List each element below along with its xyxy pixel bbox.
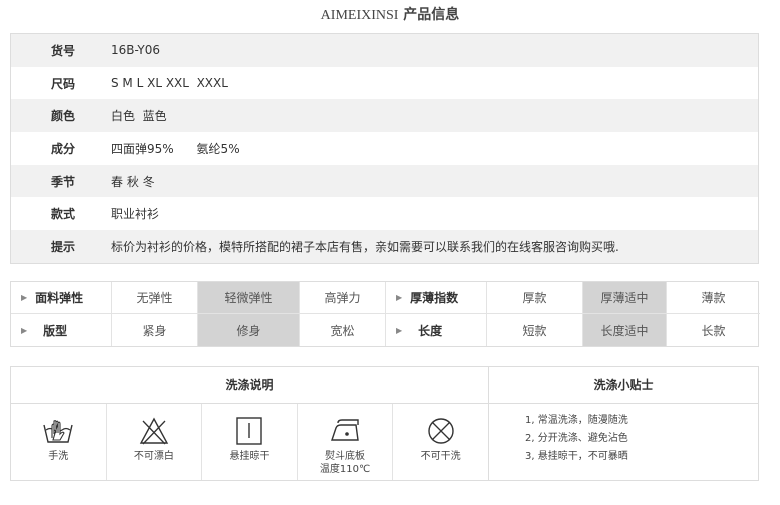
option-cell: 厚款 [487,282,583,314]
fabric-properties-table: ▶ 面料弹性 无弹性 轻微弹性 高弹力 ▶ 厚薄指数 厚款 厚薄适中 薄款 ▶ … [10,281,760,347]
option-cell: 高弹力 [300,282,386,314]
info-key: 提示 [51,239,76,254]
info-key: 尺码 [51,76,76,91]
washing-instructions-title: 洗涤说明 [11,367,489,404]
info-value: 16B-Y06 [111,43,161,58]
option-cell-selected: 厚薄适中 [583,282,667,314]
care-caption: 熨斗底板 温度110℃ [319,451,371,475]
tip-item: 1, 常温洗涤，随漫随洗 [525,415,628,426]
info-key: 货号 [51,43,76,58]
info-value: 春 秋 冬 [111,174,155,189]
care-item: 不可漂白 [107,404,203,480]
info-row-color: 颜色 白色 蓝色 [11,99,758,133]
triangle-right-icon: ▶ [396,325,403,335]
info-value: 标价为衬衫的价格，模特所搭配的裙子本店有售，亲如需要可以联系我们的在线客服咨询购… [111,239,619,254]
info-key: 成分 [51,141,76,156]
care-item: 熨斗底板 温度110℃ [298,404,394,480]
option-cell-selected: 修身 [198,314,300,346]
info-value: S M L XL XXL XXXL [111,76,228,91]
info-value: 白色 蓝色 [111,109,167,124]
page-title: AIMEIXINSI 产品信息 [0,4,780,24]
info-key: 季节 [51,174,76,189]
info-value: 四面弹95% 氨纶5% [111,141,240,156]
care-icons: 手洗 不可漂白 悬挂晾干 熨斗底板 温度110℃ 不可干洗 [11,404,489,480]
care-item: 悬挂晾干 [202,404,298,480]
iron-icon [331,419,359,441]
option-cell: 无弹性 [112,282,198,314]
hang-dry-icon [236,417,263,445]
care-caption: 不可干洗 [420,451,461,462]
care-caption: 悬挂晾干 [229,451,270,462]
tip-item: 2, 分开洗涤、避免沾色 [525,433,628,444]
info-value: 职业衬衫 [111,207,160,222]
option-cell: 短款 [487,314,583,346]
care-caption: 手洗 [48,451,69,462]
option-cell: 长款 [701,323,726,338]
hand-wash-icon [43,420,73,443]
fabric-elasticity-label: ▶ 面料弹性 [11,282,112,314]
option-cell: 紧身 [112,314,198,346]
care-caption: 不可漂白 [133,451,174,462]
thickness-label: ▶ 厚薄指数 [386,282,487,314]
info-row-sku: 货号 16B-Y06 [11,34,758,67]
triangle-right-icon: ▶ [396,293,403,302]
info-row-season: 季节 春 秋 冬 [11,164,758,198]
info-key: 颜色 [51,109,76,124]
care-item: 手洗 [11,404,107,480]
tip-item: 3, 悬挂晾干，不可暴晒 [525,451,628,462]
washing-section: 洗涤说明 洗涤小贴士 手洗 不可漂白 悬挂晾干 熨斗底板 温度110℃ 不可干洗… [10,366,759,481]
no-dry-clean-icon [427,418,454,444]
info-row-composition: 成分 四面弹95% 氨纶5% [11,132,758,165]
length-label: ▶ 长度 [386,314,487,346]
brand-name: AIMEIXINSI [320,8,399,23]
washing-tips-title: 洗涤小贴士 [489,367,758,404]
info-row-size: 尺码 S M L XL XXL XXXL [11,67,758,100]
option-cell-selected: 长度适中 [583,314,667,346]
title-suffix: 产品信息 [398,7,460,23]
washing-tips-list: 1, 常温洗涤，随漫随洗 2, 分开洗涤、避免沾色 3, 悬挂晾干，不可暴晒 [489,404,758,480]
info-key: 款式 [51,207,76,222]
triangle-right-icon: ▶ [21,293,28,302]
no-bleach-icon [139,417,169,445]
fit-label: ▶ 版型 [11,314,112,346]
info-row-style: 款式 职业衬衫 [11,197,758,230]
option-cell: 薄款 [667,282,760,314]
option-cell: 宽松 [300,314,386,346]
info-row-notice: 提示 标价为衬衫的价格，模特所搭配的裙子本店有售，亲如需要可以联系我们的在线客服… [11,230,758,263]
option-cell-selected: 轻微弹性 [198,282,300,314]
triangle-right-icon: ▶ [21,325,28,335]
care-item: 不可干洗 [393,404,488,480]
product-info-table: 货号 16B-Y06 尺码 S M L XL XXL XXXL 颜色 白色 蓝色… [10,33,759,264]
